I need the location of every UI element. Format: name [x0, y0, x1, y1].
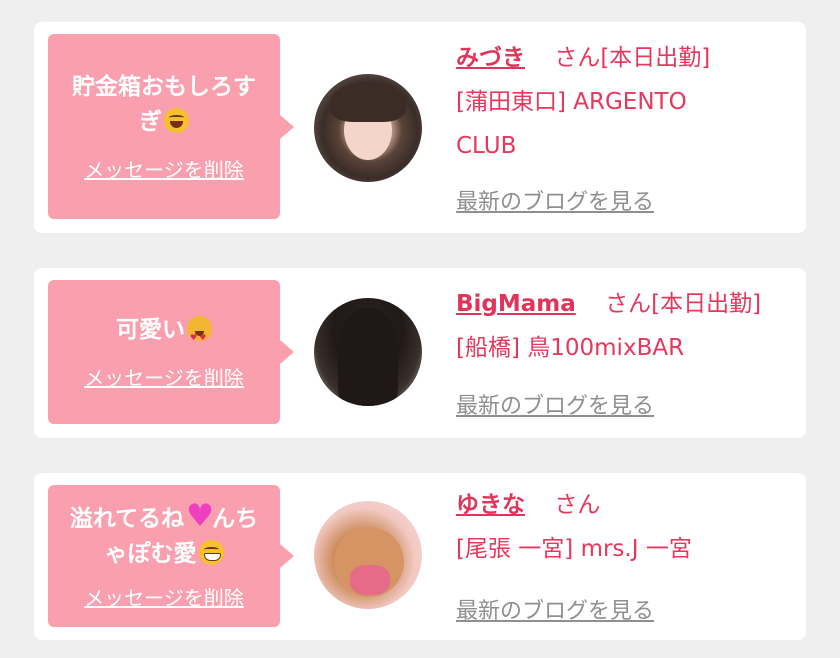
honorific: さん	[554, 45, 601, 71]
avatar[interactable]	[314, 298, 422, 406]
tears-of-joy-emoji-icon	[164, 108, 189, 133]
latest-blog-link[interactable]: 最新のブログを見る	[456, 593, 654, 625]
status-badge: [本日出勤]	[600, 45, 711, 71]
shop-name: [尾張 一宮] mrs.J 一宮	[456, 536, 692, 562]
shop-name-cont: CLUB	[456, 133, 517, 159]
heart-emoji-icon	[186, 499, 214, 534]
honorific: さん	[605, 291, 652, 317]
delete-message-link[interactable]: メッセージを削除	[84, 362, 244, 391]
cast-name-link[interactable]: みづき	[456, 45, 525, 71]
avatar[interactable]	[314, 501, 422, 609]
delete-message-link[interactable]: メッセージを削除	[84, 582, 244, 611]
cast-info: みづき さん[本日出勤] [蒲田東口] ARGENTO CLUB 最新のブログを…	[456, 36, 794, 215]
message-list: 貯金箱おもしろす ぎ メッセージを削除 みづき さん[本日出勤] [蒲田東口] …	[0, 0, 840, 658]
message-text: 貯金箱おもしろす ぎ	[72, 74, 256, 135]
message-bubble: 可愛い メッセージを削除	[48, 280, 294, 424]
message-bubble: 溢れてるねんち ゃぽむ愛 メッセージを削除	[48, 485, 294, 627]
status-badge: [本日出勤]	[651, 291, 762, 317]
latest-blog-link[interactable]: 最新のブログを見る	[456, 184, 654, 216]
latest-blog-link[interactable]: 最新のブログを見る	[456, 388, 654, 420]
shop-name: [船橋] 鳥100mixBAR	[456, 335, 685, 361]
heart-eyes-cat-emoji-icon	[187, 316, 212, 355]
message-card: 貯金箱おもしろす ぎ メッセージを削除 みづき さん[本日出勤] [蒲田東口] …	[34, 22, 806, 233]
message-card: 溢れてるねんち ゃぽむ愛 メッセージを削除 ゆきな さん [尾張 一宮] mrs…	[34, 473, 806, 640]
cast-info: BigMama さん[本日出勤] [船橋] 鳥100mixBAR 最新のブログを…	[456, 282, 794, 419]
cast-name-link[interactable]: ゆきな	[456, 492, 525, 518]
grinning-face-emoji-icon	[198, 539, 224, 565]
avatar[interactable]	[314, 74, 422, 182]
shop-name: [蒲田東口] ARGENTO	[456, 89, 687, 115]
message-card: 可愛い メッセージを削除 BigMama さん[本日出勤] [船橋] 鳥100m…	[34, 268, 806, 438]
message-bubble: 貯金箱おもしろす ぎ メッセージを削除	[48, 34, 294, 219]
message-text: 溢れてるねんち ゃぽむ愛	[62, 499, 266, 572]
cast-info: ゆきな さん [尾張 一宮] mrs.J 一宮 最新のブログを見る	[456, 483, 794, 624]
honorific: さん	[554, 492, 601, 518]
cast-name-link[interactable]: BigMama	[456, 291, 576, 317]
message-text: 可愛い	[108, 313, 220, 355]
delete-message-link[interactable]: メッセージを削除	[84, 154, 244, 183]
